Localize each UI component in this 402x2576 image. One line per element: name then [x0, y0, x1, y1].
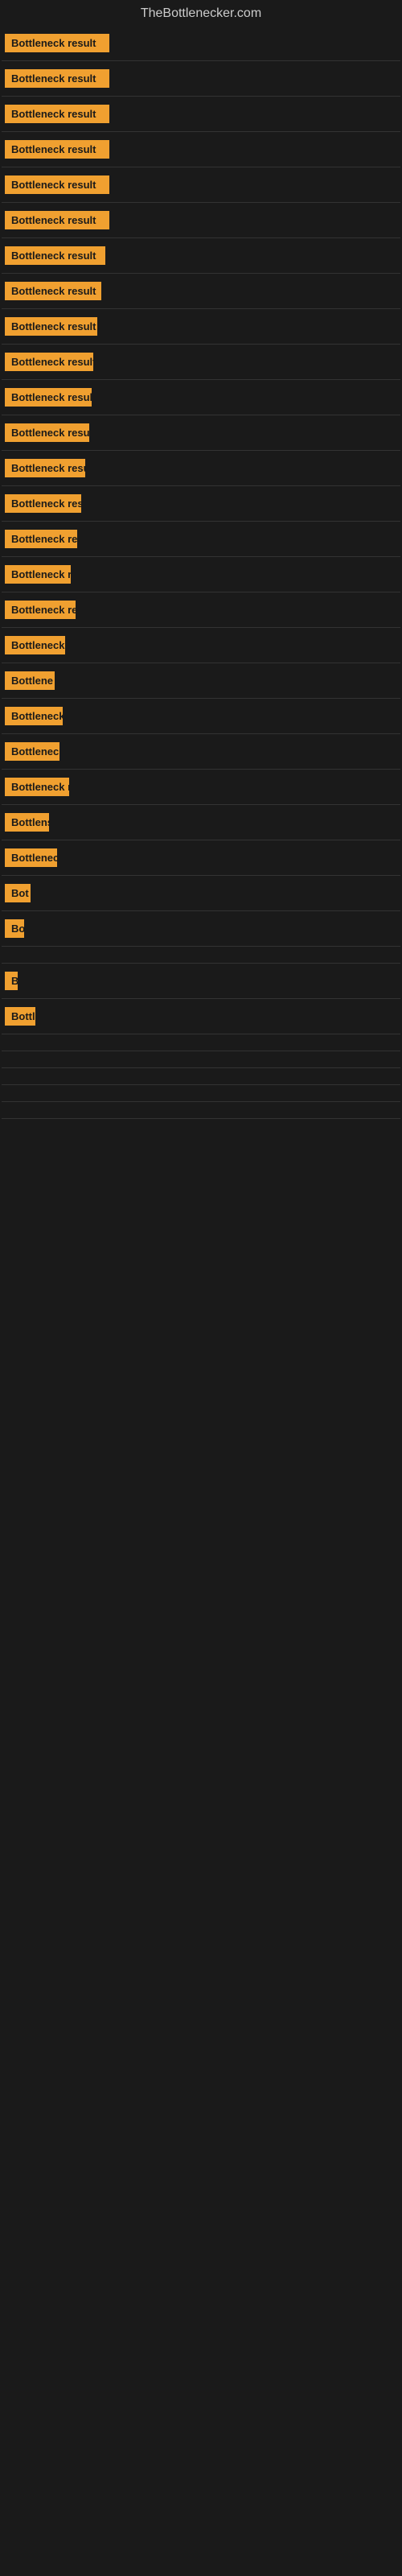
bottleneck-result-label[interactable]: Bottleneck result [5, 459, 85, 477]
list-item: Bottlens [2, 807, 400, 838]
list-item: Bottleneck r [2, 630, 400, 661]
bottleneck-result-label[interactable]: Bottleneck result [5, 69, 109, 88]
bottleneck-result-label[interactable]: Bottleneck result [5, 246, 105, 265]
bottleneck-result-label[interactable]: Bottleneck r [5, 707, 63, 725]
bottleneck-result-label[interactable]: Bottleneck result [5, 211, 109, 229]
list-item: Bot [2, 877, 400, 909]
bottleneck-result-label[interactable]: Bottleneck res [5, 778, 69, 796]
bottleneck-result-label[interactable]: Bottlene [5, 671, 55, 690]
bottleneck-result-label[interactable]: Bottleneck result [5, 494, 81, 513]
bottleneck-result-label[interactable]: Bottleneck result [5, 175, 109, 194]
list-item [2, 948, 400, 961]
list-item: Bottlene [2, 665, 400, 696]
list-item: Bottleneck result [2, 169, 400, 200]
bottleneck-result-label[interactable]: Bottleneck r [5, 636, 65, 654]
bottleneck-result-label[interactable]: Bottleneck result [5, 34, 109, 52]
bottleneck-result-label[interactable]: Bottleneck result [5, 105, 109, 123]
bottleneck-result-label[interactable]: Bottl [5, 1007, 35, 1026]
list-item: Bottleneck result [2, 417, 400, 448]
list-item [2, 1053, 400, 1066]
list-item: Bottleneck result [2, 134, 400, 165]
list-item: Bottleneck result [2, 63, 400, 94]
bottleneck-result-label[interactable]: Bottleneck [5, 848, 57, 867]
list-item: Bottleneck result [2, 204, 400, 236]
list-item: Bottleneck re [2, 559, 400, 590]
list-item [2, 1087, 400, 1100]
bottleneck-result-label[interactable]: Bottleneck result [5, 140, 109, 159]
list-item: B [2, 965, 400, 997]
list-item [2, 1104, 400, 1117]
bottleneck-result-label[interactable]: Bottleneck result [5, 317, 97, 336]
bottleneck-result-label[interactable]: Bottleneck re [5, 565, 71, 584]
list-item: Bottleneck res [2, 771, 400, 803]
list-item: Bottleneck result [2, 382, 400, 413]
list-item: Bottleneck result [2, 275, 400, 307]
list-item: Bo [2, 913, 400, 944]
list-item: Bottleneck result [2, 311, 400, 342]
bottleneck-result-label[interactable]: Bottleneck result [5, 530, 77, 548]
bottleneck-result-label[interactable]: Bottleneck [5, 742, 59, 761]
bottleneck-result-label[interactable]: Bottleneck result [5, 353, 93, 371]
bottleneck-result-label[interactable]: Bottleneck result [5, 388, 92, 407]
bottleneck-result-label[interactable]: Bo [5, 919, 24, 938]
list-item [2, 1070, 400, 1083]
list-item: Bottleneck r [2, 700, 400, 732]
bottleneck-result-label[interactable]: Bot [5, 884, 31, 902]
bottleneck-result-label[interactable]: Bottleneck result [5, 282, 101, 300]
list-item: Bottleneck result [2, 346, 400, 378]
bottleneck-result-label[interactable]: Bottleneck result [5, 601, 76, 619]
list-item [2, 1036, 400, 1049]
list-item: Bottleneck result [2, 27, 400, 59]
list-item: Bottleneck [2, 842, 400, 873]
bottleneck-result-label[interactable]: Bottleneck result [5, 423, 89, 442]
list-item: Bottleneck result [2, 488, 400, 519]
list-item: Bottleneck result [2, 523, 400, 555]
list-item: Bottleneck result [2, 594, 400, 625]
list-item: Bottleneck result [2, 452, 400, 484]
bottleneck-result-label[interactable]: B [5, 972, 18, 990]
list-item: Bottleneck result [2, 240, 400, 271]
site-title: TheBottlenecker.com [2, 0, 400, 27]
bottleneck-result-label[interactable]: Bottlens [5, 813, 49, 832]
list-item: Bottl [2, 1001, 400, 1032]
list-item: Bottleneck [2, 736, 400, 767]
list-item: Bottleneck result [2, 98, 400, 130]
